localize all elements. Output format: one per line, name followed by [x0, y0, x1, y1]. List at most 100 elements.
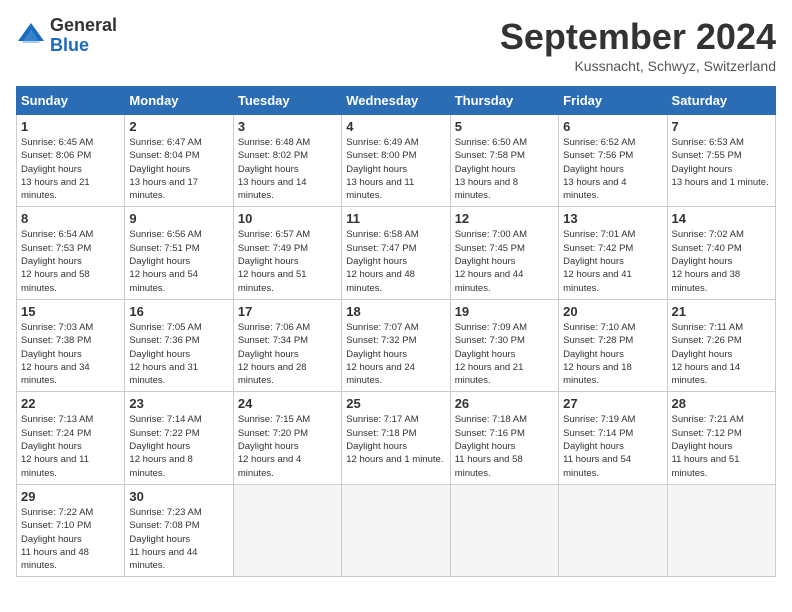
calendar-cell: 8 Sunrise: 6:54 AM Sunset: 7:53 PM Dayli… — [17, 207, 125, 299]
day-info: Sunrise: 7:22 AM Sunset: 7:10 PM Dayligh… — [21, 506, 120, 572]
day-number: 22 — [21, 396, 120, 411]
col-tuesday: Tuesday — [233, 87, 341, 115]
logo-general-text: General — [50, 16, 117, 36]
col-sunday: Sunday — [17, 87, 125, 115]
calendar-cell: 10 Sunrise: 6:57 AM Sunset: 7:49 PM Dayl… — [233, 207, 341, 299]
calendar-cell: 7 Sunrise: 6:53 AM Sunset: 7:55 PM Dayli… — [667, 115, 775, 207]
month-title: September 2024 — [500, 16, 776, 58]
day-info: Sunrise: 6:58 AM Sunset: 7:47 PM Dayligh… — [346, 228, 445, 294]
calendar-row: 29 Sunrise: 7:22 AM Sunset: 7:10 PM Dayl… — [17, 484, 776, 576]
day-info: Sunrise: 6:57 AM Sunset: 7:49 PM Dayligh… — [238, 228, 337, 294]
day-info: Sunrise: 7:19 AM Sunset: 7:14 PM Dayligh… — [563, 413, 662, 479]
day-info: Sunrise: 7:06 AM Sunset: 7:34 PM Dayligh… — [238, 321, 337, 387]
day-number: 3 — [238, 119, 337, 134]
calendar-cell — [342, 484, 450, 576]
day-number: 30 — [129, 489, 228, 504]
calendar-cell: 6 Sunrise: 6:52 AM Sunset: 7:56 PM Dayli… — [559, 115, 667, 207]
day-number: 20 — [563, 304, 662, 319]
day-info: Sunrise: 6:48 AM Sunset: 8:02 PM Dayligh… — [238, 136, 337, 202]
day-info: Sunrise: 7:01 AM Sunset: 7:42 PM Dayligh… — [563, 228, 662, 294]
day-info: Sunrise: 7:21 AM Sunset: 7:12 PM Dayligh… — [672, 413, 771, 479]
day-number: 15 — [21, 304, 120, 319]
calendar-table: Sunday Monday Tuesday Wednesday Thursday… — [16, 86, 776, 577]
day-info: Sunrise: 6:54 AM Sunset: 7:53 PM Dayligh… — [21, 228, 120, 294]
header-row: Sunday Monday Tuesday Wednesday Thursday… — [17, 87, 776, 115]
calendar-cell: 22 Sunrise: 7:13 AM Sunset: 7:24 PM Dayl… — [17, 392, 125, 484]
day-number: 7 — [672, 119, 771, 134]
calendar-row: 8 Sunrise: 6:54 AM Sunset: 7:53 PM Dayli… — [17, 207, 776, 299]
calendar-cell: 29 Sunrise: 7:22 AM Sunset: 7:10 PM Dayl… — [17, 484, 125, 576]
location: Kussnacht, Schwyz, Switzerland — [500, 58, 776, 74]
col-friday: Friday — [559, 87, 667, 115]
day-info: Sunrise: 6:52 AM Sunset: 7:56 PM Dayligh… — [563, 136, 662, 202]
day-number: 1 — [21, 119, 120, 134]
day-info: Sunrise: 6:47 AM Sunset: 8:04 PM Dayligh… — [129, 136, 228, 202]
day-info: Sunrise: 7:03 AM Sunset: 7:38 PM Dayligh… — [21, 321, 120, 387]
day-number: 9 — [129, 211, 228, 226]
col-wednesday: Wednesday — [342, 87, 450, 115]
day-info: Sunrise: 7:05 AM Sunset: 7:36 PM Dayligh… — [129, 321, 228, 387]
day-info: Sunrise: 7:00 AM Sunset: 7:45 PM Dayligh… — [455, 228, 554, 294]
day-number: 26 — [455, 396, 554, 411]
day-info: Sunrise: 7:14 AM Sunset: 7:22 PM Dayligh… — [129, 413, 228, 479]
day-info: Sunrise: 7:09 AM Sunset: 7:30 PM Dayligh… — [455, 321, 554, 387]
calendar-cell: 1 Sunrise: 6:45 AM Sunset: 8:06 PM Dayli… — [17, 115, 125, 207]
calendar-cell: 24 Sunrise: 7:15 AM Sunset: 7:20 PM Dayl… — [233, 392, 341, 484]
col-thursday: Thursday — [450, 87, 558, 115]
calendar-cell: 12 Sunrise: 7:00 AM Sunset: 7:45 PM Dayl… — [450, 207, 558, 299]
page-header: General Blue September 2024 Kussnacht, S… — [16, 16, 776, 74]
day-info: Sunrise: 7:15 AM Sunset: 7:20 PM Dayligh… — [238, 413, 337, 479]
day-number: 16 — [129, 304, 228, 319]
calendar-cell: 30 Sunrise: 7:23 AM Sunset: 7:08 PM Dayl… — [125, 484, 233, 576]
calendar-row: 15 Sunrise: 7:03 AM Sunset: 7:38 PM Dayl… — [17, 299, 776, 391]
day-number: 18 — [346, 304, 445, 319]
day-info: Sunrise: 7:10 AM Sunset: 7:28 PM Dayligh… — [563, 321, 662, 387]
calendar-cell: 27 Sunrise: 7:19 AM Sunset: 7:14 PM Dayl… — [559, 392, 667, 484]
day-info: Sunrise: 6:49 AM Sunset: 8:00 PM Dayligh… — [346, 136, 445, 202]
day-info: Sunrise: 7:02 AM Sunset: 7:40 PM Dayligh… — [672, 228, 771, 294]
day-number: 10 — [238, 211, 337, 226]
calendar-cell: 15 Sunrise: 7:03 AM Sunset: 7:38 PM Dayl… — [17, 299, 125, 391]
day-number: 12 — [455, 211, 554, 226]
calendar-cell: 21 Sunrise: 7:11 AM Sunset: 7:26 PM Dayl… — [667, 299, 775, 391]
day-info: Sunrise: 7:18 AM Sunset: 7:16 PM Dayligh… — [455, 413, 554, 479]
calendar-cell: 5 Sunrise: 6:50 AM Sunset: 7:58 PM Dayli… — [450, 115, 558, 207]
calendar-row: 1 Sunrise: 6:45 AM Sunset: 8:06 PM Dayli… — [17, 115, 776, 207]
calendar-cell — [559, 484, 667, 576]
day-number: 13 — [563, 211, 662, 226]
day-number: 25 — [346, 396, 445, 411]
title-area: September 2024 Kussnacht, Schwyz, Switze… — [500, 16, 776, 74]
calendar-cell: 14 Sunrise: 7:02 AM Sunset: 7:40 PM Dayl… — [667, 207, 775, 299]
calendar-cell: 13 Sunrise: 7:01 AM Sunset: 7:42 PM Dayl… — [559, 207, 667, 299]
calendar-cell: 28 Sunrise: 7:21 AM Sunset: 7:12 PM Dayl… — [667, 392, 775, 484]
day-number: 27 — [563, 396, 662, 411]
day-number: 11 — [346, 211, 445, 226]
day-info: Sunrise: 7:07 AM Sunset: 7:32 PM Dayligh… — [346, 321, 445, 387]
logo: General Blue — [16, 16, 117, 56]
col-saturday: Saturday — [667, 87, 775, 115]
day-number: 28 — [672, 396, 771, 411]
day-info: Sunrise: 7:17 AM Sunset: 7:18 PM Dayligh… — [346, 413, 445, 466]
calendar-cell: 18 Sunrise: 7:07 AM Sunset: 7:32 PM Dayl… — [342, 299, 450, 391]
day-number: 14 — [672, 211, 771, 226]
calendar-cell — [233, 484, 341, 576]
calendar-cell: 4 Sunrise: 6:49 AM Sunset: 8:00 PM Dayli… — [342, 115, 450, 207]
day-number: 24 — [238, 396, 337, 411]
calendar-cell: 19 Sunrise: 7:09 AM Sunset: 7:30 PM Dayl… — [450, 299, 558, 391]
col-monday: Monday — [125, 87, 233, 115]
calendar-cell: 11 Sunrise: 6:58 AM Sunset: 7:47 PM Dayl… — [342, 207, 450, 299]
calendar-cell — [667, 484, 775, 576]
day-number: 17 — [238, 304, 337, 319]
day-number: 6 — [563, 119, 662, 134]
day-info: Sunrise: 6:50 AM Sunset: 7:58 PM Dayligh… — [455, 136, 554, 202]
day-info: Sunrise: 6:56 AM Sunset: 7:51 PM Dayligh… — [129, 228, 228, 294]
calendar-cell: 20 Sunrise: 7:10 AM Sunset: 7:28 PM Dayl… — [559, 299, 667, 391]
day-info: Sunrise: 7:13 AM Sunset: 7:24 PM Dayligh… — [21, 413, 120, 479]
day-number: 19 — [455, 304, 554, 319]
day-number: 21 — [672, 304, 771, 319]
logo-blue-text: Blue — [50, 36, 117, 56]
day-number: 5 — [455, 119, 554, 134]
calendar-cell: 23 Sunrise: 7:14 AM Sunset: 7:22 PM Dayl… — [125, 392, 233, 484]
logo-icon — [16, 21, 46, 51]
calendar-cell: 26 Sunrise: 7:18 AM Sunset: 7:16 PM Dayl… — [450, 392, 558, 484]
